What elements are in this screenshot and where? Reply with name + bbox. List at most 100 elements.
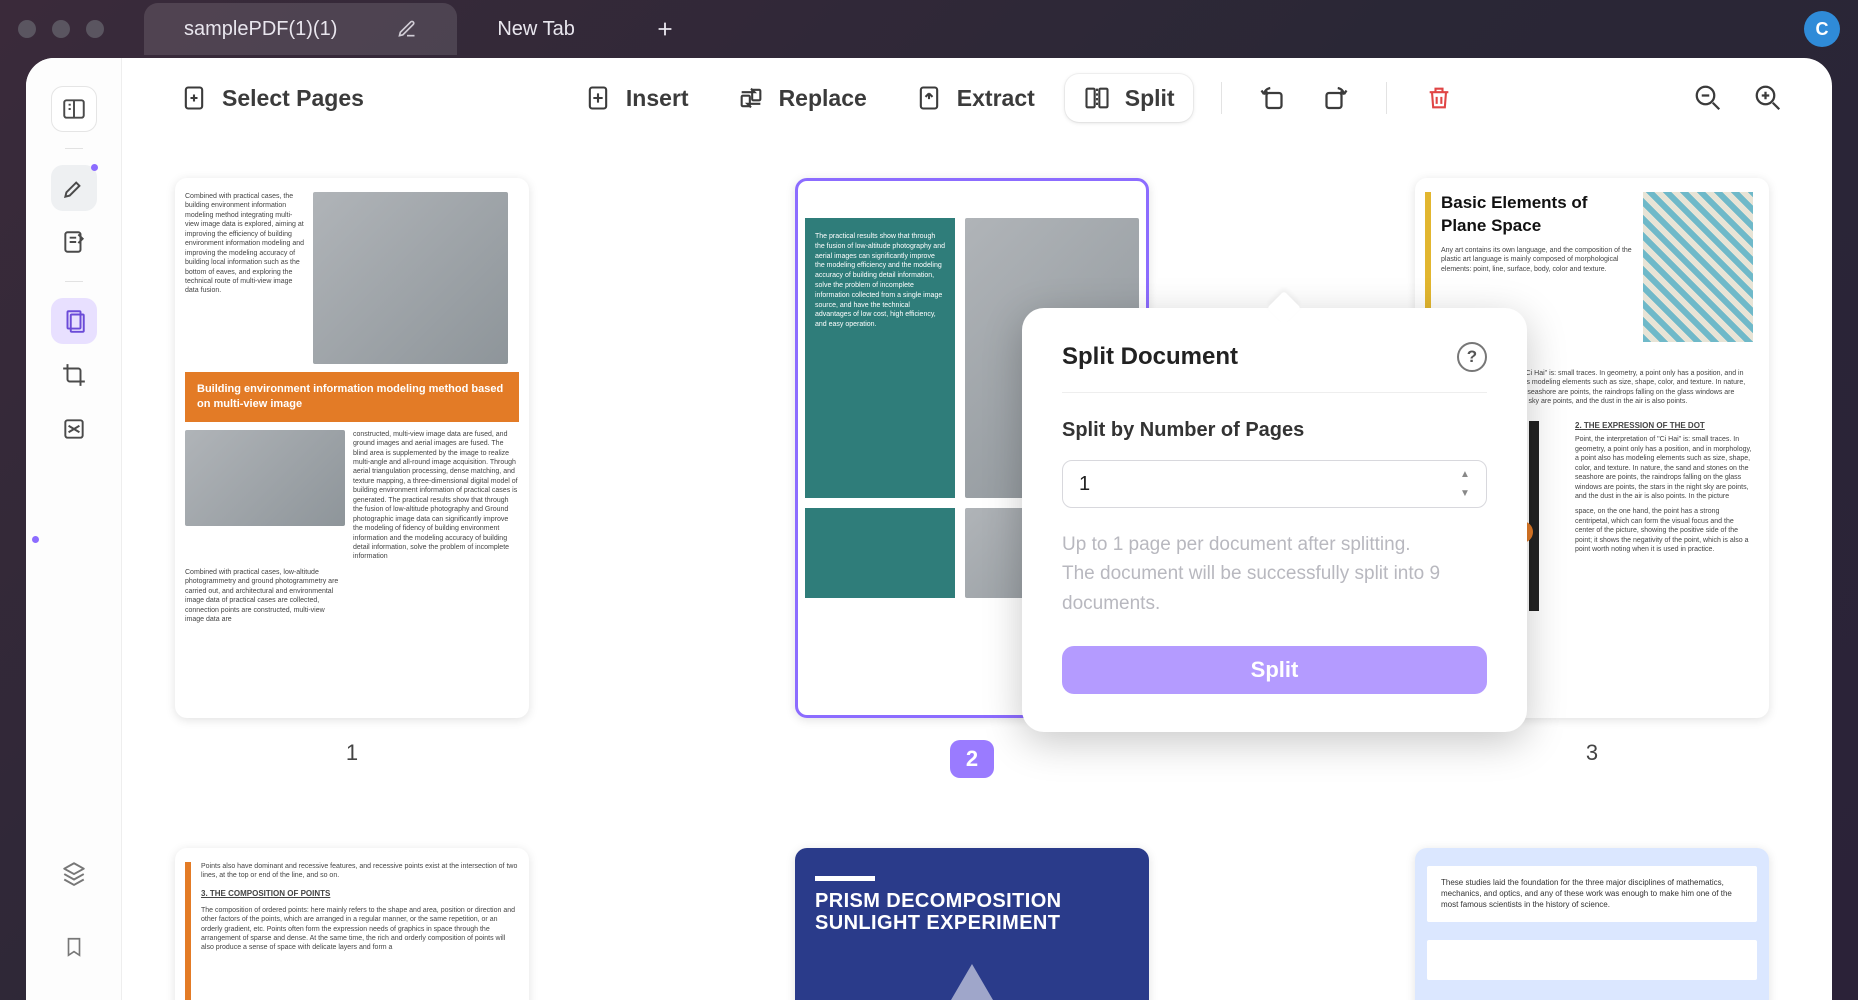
redact-icon bbox=[61, 416, 87, 442]
pages-per-doc-field: ▲ ▼ bbox=[1062, 460, 1487, 508]
book-icon bbox=[61, 96, 87, 122]
split-hint-line: The document will be successfully split … bbox=[1062, 559, 1487, 618]
annotate-tool[interactable] bbox=[51, 219, 97, 265]
tab-label: New Tab bbox=[497, 18, 574, 41]
thumb-text: constructed, multi-view image data are f… bbox=[353, 430, 519, 562]
avatar-initial: C bbox=[1816, 19, 1829, 40]
tab-strip: samplePDF(1)(1) New Tab bbox=[144, 0, 685, 58]
main-area: Select Pages Insert Replace Extract Spli… bbox=[122, 58, 1832, 1000]
split-button[interactable]: Split bbox=[1065, 74, 1193, 122]
thumb-text: The composition of ordered points: here … bbox=[201, 906, 519, 953]
zoom-out-icon bbox=[1693, 83, 1723, 113]
thumb-text: Points also have dominant and recessive … bbox=[201, 862, 519, 881]
notification-dot-icon bbox=[91, 164, 98, 171]
thumb-heading: PRISM DECOMPOSITION SUNLIGHT EXPERIMENT bbox=[815, 891, 1129, 934]
trash-icon bbox=[1425, 84, 1453, 112]
page-manager[interactable] bbox=[51, 298, 97, 344]
split-label: Split bbox=[1125, 85, 1175, 112]
page-number-selected: 2 bbox=[950, 740, 994, 778]
zoom-out-button[interactable] bbox=[1684, 74, 1732, 122]
rotate-right-button[interactable] bbox=[1310, 74, 1358, 122]
page-thumbnail[interactable]: Combined with practical cases, the build… bbox=[175, 178, 529, 718]
page-cell: These studies laid the foundation for th… bbox=[1412, 848, 1772, 1000]
extract-button[interactable]: Extract bbox=[897, 74, 1053, 122]
toolbar-divider bbox=[1221, 82, 1222, 114]
sidebar-divider bbox=[65, 148, 83, 149]
redact-tool[interactable] bbox=[51, 406, 97, 452]
replace-icon bbox=[737, 84, 765, 112]
add-tab-button[interactable] bbox=[645, 9, 685, 49]
rotate-left-button[interactable] bbox=[1250, 74, 1298, 122]
insert-label: Insert bbox=[626, 85, 689, 112]
thumbnails-panel[interactable] bbox=[51, 86, 97, 132]
split-confirm-button[interactable]: Split bbox=[1062, 646, 1487, 694]
window-titlebar: samplePDF(1)(1) New Tab C bbox=[0, 0, 1858, 58]
highlighter-icon bbox=[61, 175, 87, 201]
layers-icon bbox=[61, 860, 87, 886]
layers-button[interactable] bbox=[51, 850, 97, 896]
tab-document[interactable]: samplePDF(1)(1) bbox=[144, 3, 457, 55]
help-button[interactable]: ? bbox=[1457, 342, 1487, 372]
replace-button[interactable]: Replace bbox=[719, 74, 885, 122]
maximize-window[interactable] bbox=[86, 20, 104, 38]
page-thumbnail[interactable]: PRISM DECOMPOSITION SUNLIGHT EXPERIMENT bbox=[795, 848, 1149, 1000]
crop-icon bbox=[61, 362, 87, 388]
thumb-image bbox=[1643, 192, 1753, 342]
insert-icon bbox=[584, 84, 612, 112]
select-pages-icon bbox=[180, 84, 208, 112]
split-hint: Up to 1 page per document after splittin… bbox=[1062, 530, 1487, 618]
tab-new[interactable]: New Tab bbox=[457, 3, 614, 55]
sidebar-divider bbox=[65, 281, 83, 282]
toolbar-divider bbox=[1386, 82, 1387, 114]
thumb-block bbox=[805, 508, 955, 598]
split-popover: Split Document ? Split by Number of Page… bbox=[1022, 308, 1527, 732]
page-number: 1 bbox=[346, 740, 358, 766]
page-number: 3 bbox=[1586, 740, 1598, 766]
app-window: Select Pages Insert Replace Extract Spli… bbox=[26, 58, 1832, 1000]
select-pages-button[interactable]: Select Pages bbox=[162, 74, 382, 122]
thumb-text: Point, the interpretation of "Ci Hai" is… bbox=[1575, 435, 1753, 501]
split-icon bbox=[1083, 84, 1111, 112]
popover-title: Split Document bbox=[1062, 343, 1238, 371]
page-toolbar: Select Pages Insert Replace Extract Spli… bbox=[122, 58, 1832, 138]
highlighter-tool[interactable] bbox=[51, 165, 97, 211]
thumb-image bbox=[902, 964, 1042, 1000]
left-sidebar bbox=[26, 58, 122, 1000]
thumb-accent bbox=[815, 876, 875, 881]
thumb-subheading: 3. THE COMPOSITION OF POINTS bbox=[201, 889, 519, 900]
popover-divider bbox=[1062, 392, 1487, 393]
step-up-button[interactable]: ▲ bbox=[1451, 466, 1479, 483]
extract-icon bbox=[915, 84, 943, 112]
user-avatar[interactable]: C bbox=[1804, 11, 1840, 47]
delete-page-button[interactable] bbox=[1415, 74, 1463, 122]
page-thumbnail[interactable]: Points also have dominant and recessive … bbox=[175, 848, 529, 1000]
page-cell: PRISM DECOMPOSITION SUNLIGHT EXPERIMENT bbox=[792, 848, 1152, 1000]
thumb-block bbox=[1427, 940, 1757, 980]
traffic-lights bbox=[18, 20, 104, 38]
thumb-text: Combined with practical cases, low-altit… bbox=[185, 568, 345, 625]
crop-tool[interactable] bbox=[51, 352, 97, 398]
zoom-in-button[interactable] bbox=[1744, 74, 1792, 122]
insert-button[interactable]: Insert bbox=[566, 74, 707, 122]
thumb-text: space, on the one hand, the point has a … bbox=[1575, 507, 1753, 554]
step-down-button[interactable]: ▼ bbox=[1451, 485, 1479, 502]
thumb-text: Combined with practical cases, the build… bbox=[185, 192, 305, 364]
close-window[interactable] bbox=[18, 20, 36, 38]
page-thumbnail-grid[interactable]: Combined with practical cases, the build… bbox=[122, 138, 1832, 1000]
thumb-subheading: 2. THE EXPRESSION OF THE DOT bbox=[1575, 421, 1753, 432]
help-icon: ? bbox=[1467, 347, 1477, 367]
zoom-in-icon bbox=[1753, 83, 1783, 113]
thumb-image bbox=[313, 192, 508, 364]
pencil-icon[interactable] bbox=[397, 19, 417, 39]
page-thumbnail[interactable]: These studies laid the foundation for th… bbox=[1415, 848, 1769, 1000]
select-pages-label: Select Pages bbox=[222, 85, 364, 112]
page-manager-icon bbox=[61, 308, 87, 334]
bookmarks-button[interactable] bbox=[51, 924, 97, 970]
split-mode-label: Split by Number of Pages bbox=[1062, 419, 1487, 442]
split-hint-line: Up to 1 page per document after splittin… bbox=[1062, 530, 1487, 559]
minimize-window[interactable] bbox=[52, 20, 70, 38]
thumb-image bbox=[185, 430, 345, 526]
number-stepper: ▲ ▼ bbox=[1451, 466, 1479, 502]
pages-per-doc-input[interactable] bbox=[1062, 460, 1487, 508]
thumb-heading: Basic Elements of Plane Space bbox=[1441, 192, 1635, 238]
